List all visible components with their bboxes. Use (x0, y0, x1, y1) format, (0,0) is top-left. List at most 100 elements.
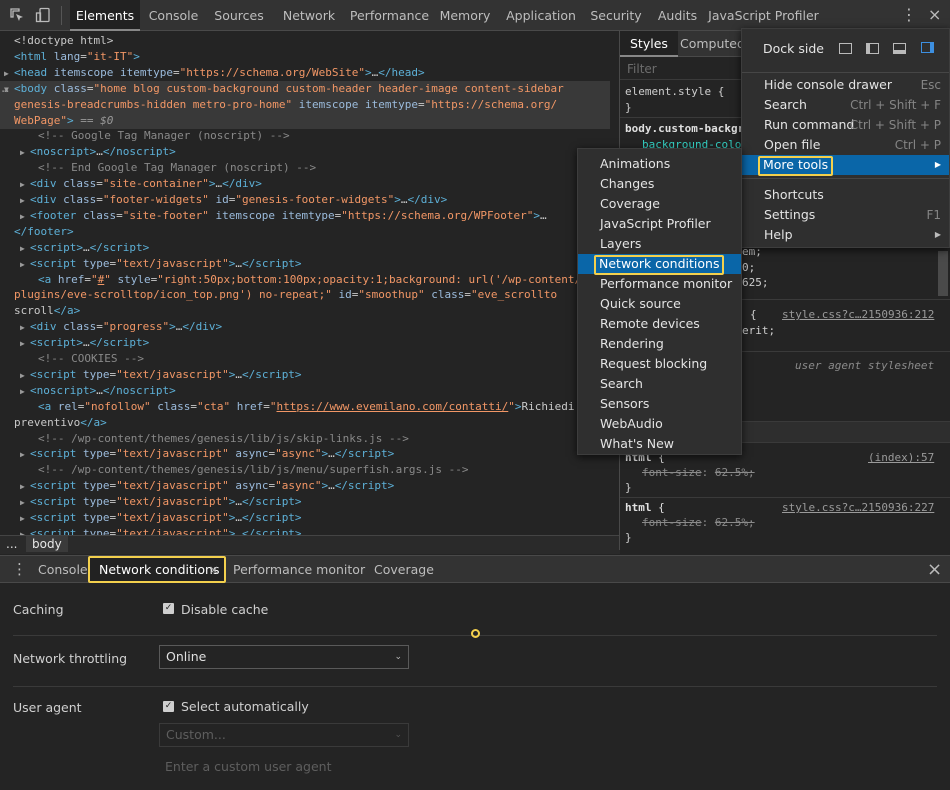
menu-item-open-file[interactable]: Open file Ctrl + P (742, 135, 949, 155)
dom-node-line[interactable]: <!-- COOKIES --> (0, 351, 610, 367)
dom-node-line[interactable]: <!-- Google Tag Manager (noscript) --> (0, 128, 610, 144)
expand-triangle-icon[interactable]: ▶ (20, 257, 30, 273)
dom-node-line[interactable]: ▼ <body class="home blog custom-backgroun… (0, 80, 610, 97)
more-options-icon[interactable]: ⋮ (901, 6, 917, 24)
expand-triangle-icon[interactable]: ▶ (20, 511, 30, 527)
more-tools-item-request-blocking[interactable]: Request blocking (578, 354, 741, 374)
dom-node-line[interactable]: <!doctype html> (0, 33, 610, 49)
dom-node-line[interactable]: ▶ <script type="text/javascript" async="a… (0, 446, 610, 462)
dom-node-line[interactable]: <html lang="it-IT"> (0, 49, 610, 65)
expand-triangle-icon[interactable]: ▶ (20, 447, 30, 463)
dom-node-line[interactable]: ▶ <script type="text/javascript" async="a… (0, 478, 610, 494)
tab-computed[interactable]: Computed (680, 31, 745, 57)
close-tab-icon[interactable]: × (209, 556, 219, 583)
more-tools-item-animations[interactable]: Animations (578, 154, 741, 174)
dom-node-line[interactable]: ▶ <div class="footer-widgets" id="genesis… (0, 192, 610, 208)
more-tools-item-what-s-new[interactable]: What's New (578, 434, 741, 454)
expand-triangle-icon[interactable]: ▶ (20, 177, 30, 193)
menu-item-run-command[interactable]: Run command Ctrl + Shift + P (742, 115, 949, 135)
menu-item-help[interactable]: Help ▶ (742, 225, 949, 245)
styles-scrollbar[interactable] (938, 251, 948, 296)
tab-elements[interactable]: Elements (70, 0, 140, 31)
breadcrumb-body[interactable]: body (26, 536, 68, 552)
tab-memory[interactable]: Memory (433, 0, 497, 31)
expand-triangle-icon[interactable]: ▶ (20, 320, 30, 336)
throttling-select[interactable]: Online ⌄ (159, 645, 409, 669)
close-drawer-icon[interactable]: × (927, 556, 942, 583)
more-tools-item-sensors[interactable]: Sensors (578, 394, 741, 414)
expand-triangle-icon[interactable]: ▶ (20, 384, 30, 400)
select-automatically-checkbox[interactable]: ✓ (163, 701, 174, 712)
more-tools-item-performance-monitor[interactable]: Performance monitor (578, 274, 741, 294)
tab-styles[interactable]: Styles (620, 31, 678, 57)
dom-node-line[interactable]: ▶ <script type="text/javascript">…</scrip… (0, 367, 610, 383)
dom-node-line[interactable]: WebPage"> == $0 (0, 112, 610, 129)
stylesheet-link[interactable]: (index):57 (868, 451, 934, 464)
expand-triangle-icon[interactable]: ▶ (20, 527, 30, 535)
tab-performance[interactable]: Performance (348, 0, 431, 31)
dock-left-icon[interactable] (866, 43, 879, 54)
dom-node-line[interactable]: </footer> (0, 224, 610, 240)
dom-node-line[interactable]: ▶ <script type="text/javascript">…</scrip… (0, 256, 610, 272)
dom-node-line[interactable]: ▶ <script type="text/javascript">…</scrip… (0, 526, 610, 535)
dom-node-line[interactable]: ▶ <script type="text/javascript">…</scrip… (0, 494, 610, 510)
menu-item-more-tools[interactable]: More tools ▶ (742, 155, 949, 176)
tab-audits[interactable]: Audits (650, 0, 705, 31)
dom-node-line[interactable]: <!-- End Google Tag Manager (noscript) -… (0, 160, 610, 176)
disable-cache-checkbox[interactable]: ✓ (163, 603, 174, 614)
dom-node-line[interactable]: ▶ <div class="site-container">…</div> (0, 176, 610, 192)
tab-console[interactable]: Console (140, 0, 207, 31)
dom-node-line[interactable]: <a href="#" style="right:50px;bottom:100… (0, 272, 610, 288)
dom-node-line[interactable]: ▶ <noscript>…</noscript> (0, 383, 610, 399)
more-tools-item-coverage[interactable]: Coverage (578, 194, 741, 214)
dom-node-line[interactable]: plugins/eve-scrolltop/icon_top.png') no-… (0, 287, 610, 303)
dock-bottom-icon[interactable] (893, 43, 906, 54)
expand-triangle-icon[interactable]: ▶ (20, 368, 30, 384)
dom-node-line[interactable]: ▶ <div class="progress">…</div> (0, 319, 610, 335)
more-tools-item-network-conditions[interactable]: Network conditions (578, 254, 741, 275)
expand-triangle-icon[interactable]: ▶ (20, 336, 30, 352)
dom-node-line[interactable]: ▶ <head itemscope itemtype="https://schem… (0, 65, 610, 81)
more-tools-item-layers[interactable]: Layers (578, 234, 741, 254)
dock-right-icon[interactable] (921, 42, 934, 53)
more-tools-item-rendering[interactable]: Rendering (578, 334, 741, 354)
dom-node-line[interactable]: scroll</a> (0, 303, 610, 319)
stylesheet-link[interactable]: style.css?c…2150936:227 (782, 501, 934, 514)
drawer-tab-coverage[interactable]: Coverage (374, 556, 434, 583)
menu-item-shortcuts[interactable]: Shortcuts (742, 185, 949, 205)
dom-node-line[interactable]: genesis-breadcrumbs-hidden metro-pro-hom… (0, 96, 610, 113)
more-tools-item-javascript-profiler[interactable]: JavaScript Profiler (578, 214, 741, 234)
expand-triangle-icon[interactable]: ▶ (20, 495, 30, 511)
dom-node-line[interactable]: preventivo</a> (0, 415, 610, 431)
tab-application[interactable]: Application (499, 0, 583, 31)
tab-sources[interactable]: Sources (208, 0, 270, 31)
breadcrumb-ellipsis[interactable]: ... (6, 537, 17, 551)
node-ellipsis[interactable]: … (2, 81, 9, 97)
menu-item-search[interactable]: Search Ctrl + Shift + F (742, 95, 949, 115)
menu-item-hide-console-drawer[interactable]: Hide console drawer Esc (742, 75, 949, 95)
drawer-menu-icon[interactable]: ⋮ (12, 556, 27, 583)
menu-item-settings[interactable]: Settings F1 (742, 205, 949, 225)
device-toolbar-icon[interactable] (35, 7, 51, 23)
drawer-tab-console[interactable]: Console (38, 556, 88, 583)
dom-node-line[interactable]: ▶ <script type="text/javascript">…</scrip… (0, 510, 610, 526)
more-tools-item-search[interactable]: Search (578, 374, 741, 394)
expand-triangle-icon[interactable]: ▶ (20, 241, 30, 257)
expand-triangle-icon[interactable]: ▶ (20, 479, 30, 495)
custom-user-agent-input[interactable]: Enter a custom user agent (159, 754, 409, 778)
user-agent-select[interactable]: Custom... ⌄ (159, 723, 409, 747)
dom-node-line[interactable]: <a rel="nofollow" class="cta" href="http… (0, 399, 610, 415)
close-devtools-icon[interactable]: × (928, 6, 941, 24)
expand-triangle-icon[interactable]: ▶ (20, 193, 30, 209)
dom-node-line[interactable]: ▶ <script>…</script> (0, 335, 610, 351)
tab-network[interactable]: Network (273, 0, 345, 31)
more-tools-item-remote-devices[interactable]: Remote devices (578, 314, 741, 334)
drawer-tab-performance-monitor[interactable]: Performance monitor (233, 556, 365, 583)
drawer-tab-network-conditions[interactable]: Network conditions × (88, 556, 226, 583)
more-tools-item-webaudio[interactable]: WebAudio (578, 414, 741, 434)
expand-triangle-icon[interactable]: ▶ (4, 66, 14, 82)
tab-javascript-profiler[interactable]: JavaScript Profiler (707, 0, 820, 31)
dom-node-line[interactable]: ▶ <script>…</script> (0, 240, 610, 256)
tab-security[interactable]: Security (584, 0, 648, 31)
stylesheet-link[interactable]: style.css?c…2150936:212 (782, 308, 934, 321)
